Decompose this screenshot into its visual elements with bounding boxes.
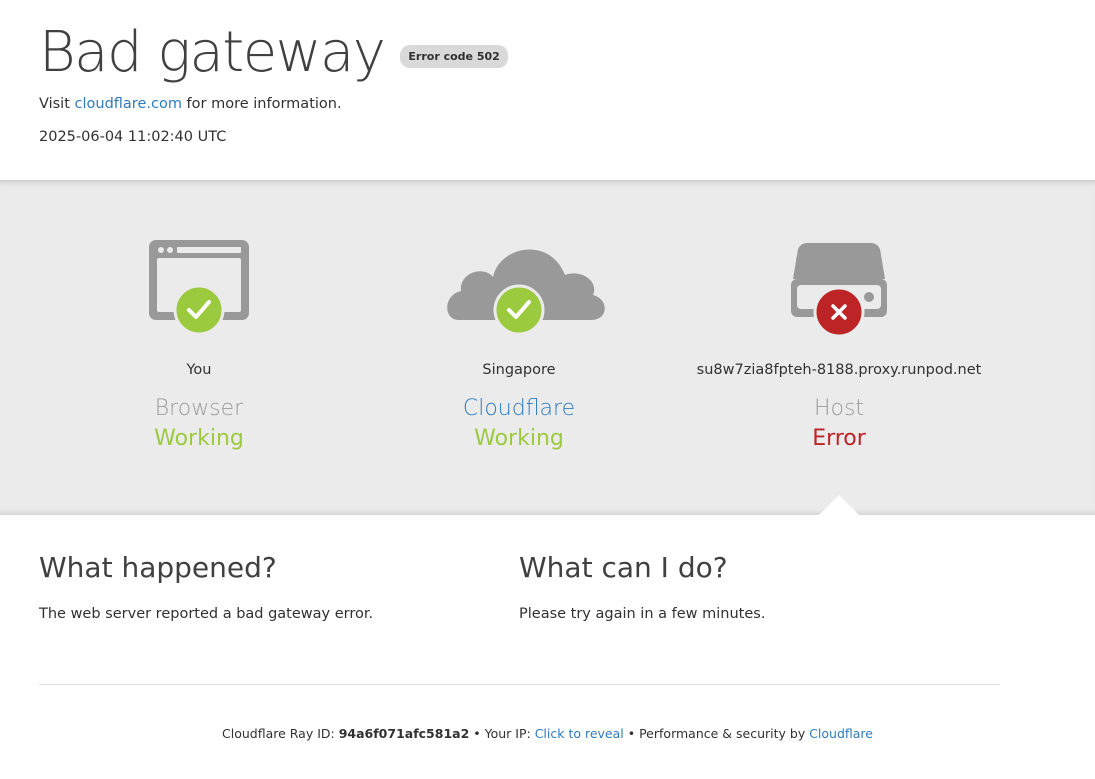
browser-icon xyxy=(149,240,249,336)
footer-separator: • xyxy=(469,726,485,741)
error-code-badge: Error code 502 xyxy=(400,44,508,68)
footer: Cloudflare Ray ID: 94a6f071afc581a2 • Yo… xyxy=(0,726,1095,741)
what-can-i-do-heading: What can I do? xyxy=(519,551,728,584)
what-happened-body: The web server reported a bad gateway er… xyxy=(39,606,374,622)
what-can-i-do-body: Please try again in a few minutes. xyxy=(519,606,766,622)
browser-location: You xyxy=(186,362,212,378)
status-panel: You Browser Working Singapore Cloudflare… xyxy=(0,180,1095,515)
cloudflare-role-link[interactable]: Cloudflare xyxy=(359,396,679,421)
page-title: Bad gateway xyxy=(39,20,386,85)
cloudflare-status: Working xyxy=(474,426,564,451)
ray-prefix: Cloudflare Ray ID: xyxy=(222,726,339,741)
timestamp: 2025-06-04 11:02:40 UTC xyxy=(39,129,227,145)
host-pointer xyxy=(819,495,859,515)
header: Bad gateway Error code 502 Visit cloudfl… xyxy=(0,0,1095,180)
cloudflare-location: Singapore xyxy=(482,362,556,378)
browser-status: Working xyxy=(154,426,244,451)
server-icon xyxy=(791,243,887,338)
ip-prefix: Your IP: xyxy=(484,726,535,741)
cross-icon xyxy=(813,286,865,338)
host-status: Error xyxy=(812,426,866,451)
check-icon xyxy=(493,284,545,336)
perf-prefix: Performance & security by xyxy=(639,726,810,741)
what-happened-section: What happened? The web server reported a… xyxy=(39,550,499,622)
browser-role: Browser xyxy=(154,396,244,421)
cloudflare-link[interactable]: cloudflare.com xyxy=(75,96,182,112)
footer-separator: • xyxy=(623,726,640,741)
visit-suffix: for more information. xyxy=(181,96,342,112)
what-happened-heading: What happened? xyxy=(39,551,277,584)
visit-prefix: Visit xyxy=(39,96,75,112)
host-role: Host xyxy=(813,396,865,421)
cloudflare-footer-link[interactable]: Cloudflare xyxy=(809,726,873,741)
title-row: Bad gateway Error code 502 xyxy=(39,18,508,88)
visit-line: Visit cloudflare.com for more informatio… xyxy=(39,96,342,112)
ray-id: 94a6f071afc581a2 xyxy=(338,726,470,741)
check-icon xyxy=(173,284,225,336)
divider xyxy=(39,684,1000,685)
host-location: su8w7zia8fpteh-8188.proxy.runpod.net xyxy=(696,362,982,378)
reveal-ip-button[interactable]: Click to reveal xyxy=(535,726,624,741)
what-can-i-do-section: What can I do? Please try again in a few… xyxy=(519,550,979,622)
cloud-icon xyxy=(447,249,605,336)
